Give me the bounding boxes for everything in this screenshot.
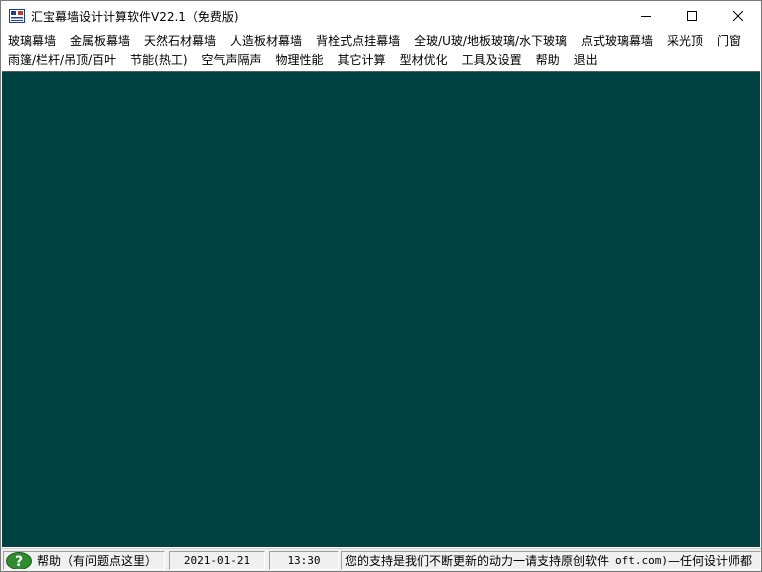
menu-point-glass-curtain-wall[interactable]: 点式玻璃幕墙: [574, 32, 660, 51]
menu-metal-panel-curtain-wall[interactable]: 金属板幕墙: [63, 32, 137, 51]
menu-full-glass[interactable]: 全玻/U玻/地板玻璃/水下玻璃: [407, 32, 574, 51]
status-marquee: 您的支持是我们不断更新的动力一请支持原创软件 oft.com) —任何设计师都: [341, 551, 761, 570]
close-button[interactable]: [715, 1, 761, 31]
title-bar[interactable]: 汇宝幕墙设计计算软件V22.1（免费版): [1, 1, 761, 31]
maximize-button[interactable]: [669, 1, 715, 31]
menu-artificial-panel-curtain-wall[interactable]: 人造板材幕墙: [223, 32, 309, 51]
minimize-button[interactable]: [623, 1, 669, 31]
app-icon[interactable]: [9, 8, 25, 24]
menu-back-bolt-curtain-wall[interactable]: 背栓式点挂幕墙: [309, 32, 407, 51]
minimize-icon: [641, 16, 651, 17]
close-icon: [733, 11, 743, 21]
window-controls: [623, 1, 761, 31]
question-mark-icon[interactable]: ?: [5, 552, 33, 570]
svg-text:?: ?: [15, 554, 23, 570]
marquee-text: 您的支持是我们不断更新的动力一请支持原创软件: [345, 554, 610, 568]
menu-skylight[interactable]: 采光顶: [660, 32, 710, 51]
menu-exit[interactable]: 退出: [567, 51, 605, 70]
marquee-tail: —任何设计师都: [668, 554, 753, 568]
marquee-url: oft.com): [615, 554, 668, 567]
menu-bar: 玻璃幕墙 金属板幕墙 天然石材幕墙 人造板材幕墙 背栓式点挂幕墙 全玻/U玻/地…: [1, 32, 761, 70]
menu-canopy-railing[interactable]: 雨篷/栏杆/吊顶/百叶: [1, 51, 123, 70]
maximize-icon: [687, 11, 697, 21]
menu-doors-windows[interactable]: 门窗: [710, 32, 748, 51]
menu-row-1: 玻璃幕墙 金属板幕墙 天然石材幕墙 人造板材幕墙 背栓式点挂幕墙 全玻/U玻/地…: [1, 32, 748, 51]
status-time: 13:30: [269, 551, 339, 570]
main-window: 汇宝幕墙设计计算软件V22.1（免费版) 玻璃幕墙 金属板幕墙 天然石材幕墙 人…: [0, 0, 762, 572]
menu-natural-stone-curtain-wall[interactable]: 天然石材幕墙: [137, 32, 223, 51]
window-title: 汇宝幕墙设计计算软件V22.1（免费版): [31, 9, 239, 24]
status-date: 2021-01-21: [169, 551, 265, 570]
menu-profile-optimization[interactable]: 型材优化: [393, 51, 455, 70]
menu-physical-properties[interactable]: 物理性能: [269, 51, 331, 70]
menu-row-2: 雨篷/栏杆/吊顶/百叶 节能(热工) 空气声隔声 物理性能 其它计算 型材优化 …: [1, 51, 605, 70]
status-bar: ? 帮助（有问题点这里） 2021-01-21 13:30 您的支持是我们不断更…: [1, 548, 761, 571]
client-area[interactable]: [2, 71, 760, 547]
menu-sound-insulation[interactable]: 空气声隔声: [195, 51, 269, 70]
status-help-panel[interactable]: ? 帮助（有问题点这里）: [3, 551, 165, 570]
menu-help[interactable]: 帮助: [529, 51, 567, 70]
menu-glass-curtain-wall[interactable]: 玻璃幕墙: [1, 32, 63, 51]
menu-other-calculations[interactable]: 其它计算: [331, 51, 393, 70]
menu-energy-saving[interactable]: 节能(热工): [123, 51, 194, 70]
status-help-text: 帮助（有问题点这里）: [37, 554, 158, 568]
menu-tools-settings[interactable]: 工具及设置: [455, 51, 529, 70]
